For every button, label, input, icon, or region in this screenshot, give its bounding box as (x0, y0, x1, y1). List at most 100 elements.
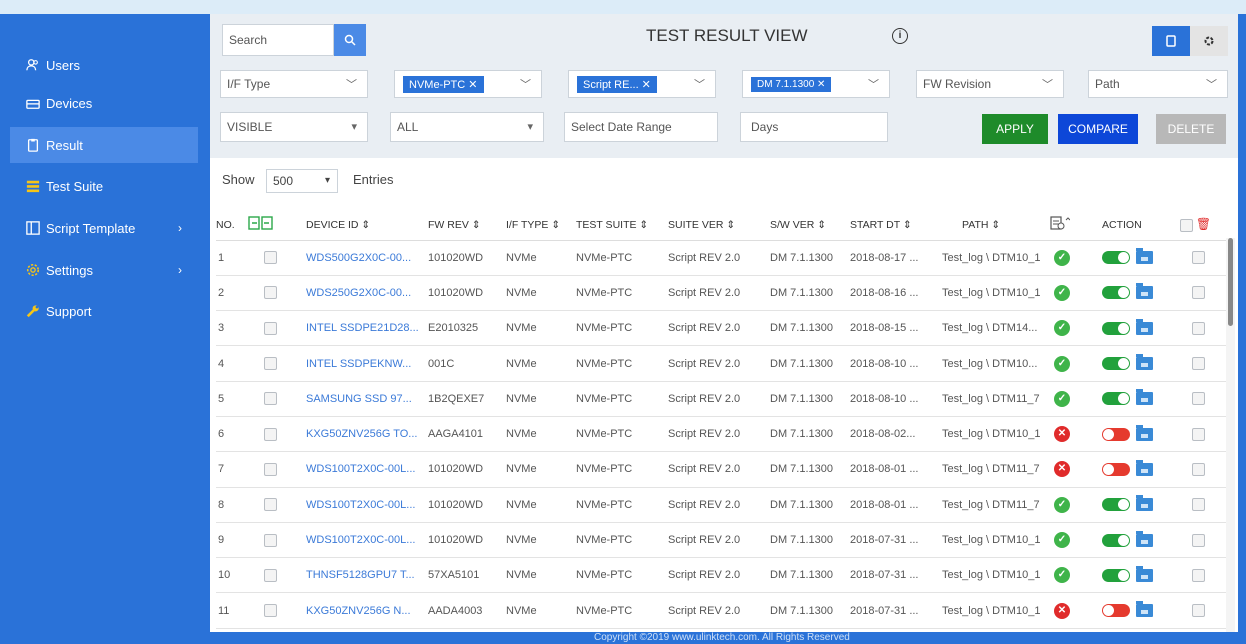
col-fw-rev[interactable]: FW REV ⇕ (428, 210, 506, 241)
folder-icon[interactable] (1136, 601, 1153, 618)
col-delete[interactable]: 🗑 (1180, 210, 1232, 241)
table-row[interactable]: 11 KXG50ZNV256G N... AADA4003 NVMe NVMe-PTC S… (216, 592, 1232, 629)
table-row[interactable]: 1 WDS500G2X0C-00... 101020WD NVMe NVMe-PTC Sc… (216, 240, 1232, 276)
row-delete-checkbox[interactable] (1192, 321, 1205, 335)
device-id-link[interactable]: WDS100T2X0C-00L... (306, 451, 428, 488)
col-device-id[interactable]: DEVICE ID ⇕ (306, 210, 428, 241)
row-select-checkbox[interactable] (264, 286, 277, 300)
apply-button[interactable]: APPLY (982, 114, 1048, 144)
sidebar-item-result[interactable]: Result (10, 127, 198, 163)
date-range-input[interactable]: Select Date Range (564, 112, 718, 142)
col-select[interactable] (248, 210, 306, 241)
sidebar-item-devices[interactable]: Devices (10, 85, 198, 121)
device-id-link[interactable]: WDS500G2X0C-00... (306, 240, 428, 276)
visibility-toggle[interactable] (1102, 604, 1130, 618)
folder-icon[interactable] (1136, 283, 1153, 300)
visibility-toggle[interactable] (1102, 498, 1130, 512)
visibility-toggle[interactable] (1102, 462, 1130, 476)
days-input[interactable]: Days (740, 112, 888, 142)
select-all-checkbox[interactable] (1180, 219, 1193, 233)
test-suite-select[interactable]: NVMe-PTC ✕ ﹀ (394, 70, 542, 98)
device-id-link[interactable]: KXG50ZNV256G TO... (306, 416, 428, 453)
refresh-button[interactable] (1190, 26, 1228, 56)
sw-ver-select[interactable]: DM 7.1.1300 ✕ ﹀ (742, 70, 890, 98)
folder-icon[interactable] (1136, 495, 1153, 512)
table-row[interactable]: 2 WDS250G2X0C-00... 101020WD NVMe NVMe-PTC Sc… (216, 275, 1232, 312)
row-delete-checkbox[interactable] (1192, 498, 1205, 512)
sidebar-item-settings[interactable]: Settings › (10, 252, 198, 288)
row-select-checkbox[interactable] (264, 533, 277, 547)
table-row[interactable]: 4 INTEL SSDPEKNW... 001C NVMe NVMe-PTC Script… (216, 345, 1232, 382)
row-select-checkbox[interactable] (264, 357, 277, 371)
row-delete-checkbox[interactable] (1192, 533, 1205, 547)
folder-icon[interactable] (1136, 424, 1153, 441)
info-icon[interactable]: i (892, 28, 908, 44)
col-path[interactable]: PATH ⇕ (932, 210, 1050, 241)
row-select-checkbox[interactable] (264, 462, 277, 476)
row-select-checkbox[interactable] (264, 568, 277, 582)
col-sw-ver[interactable]: S/W VER ⇕ (770, 210, 850, 241)
table-row[interactable]: 9 WDS100T2X0C-00L... 101020WD NVMe NVMe-PTC S… (216, 522, 1232, 559)
device-id-link[interactable]: WDS100T2X0C-00L... (306, 522, 428, 559)
table-row[interactable]: 3 INTEL SSDPE21D28... E2010325 NVMe NVMe-PTC… (216, 310, 1232, 347)
trash-icon[interactable]: 🗑 (1196, 217, 1211, 231)
view-card-button[interactable] (1152, 26, 1190, 56)
visibility-toggle[interactable] (1102, 427, 1130, 441)
search-input[interactable]: Search (222, 24, 334, 56)
scrollbar-thumb[interactable] (1228, 238, 1233, 326)
row-delete-checkbox[interactable] (1192, 357, 1205, 371)
sidebar-item-script-template[interactable]: Script Template › (10, 210, 198, 246)
visibility-toggle[interactable] (1102, 251, 1130, 265)
row-delete-checkbox[interactable] (1192, 427, 1205, 441)
suite-ver-select[interactable]: Script RE... ✕ ﹀ (568, 70, 716, 98)
folder-icon[interactable] (1136, 248, 1153, 265)
row-delete-checkbox[interactable] (1192, 286, 1205, 300)
folder-icon[interactable] (1136, 389, 1153, 406)
col-test-suite[interactable]: TEST SUITE ⇕ (576, 210, 668, 241)
row-select-checkbox[interactable] (264, 321, 277, 335)
visibility-toggle[interactable] (1102, 533, 1130, 547)
fw-revision-select[interactable]: FW Revision ﹀ (916, 70, 1064, 98)
device-id-link[interactable]: WDS250G2X0C-00... (306, 275, 428, 312)
col-no[interactable]: NO. (216, 210, 248, 241)
sidebar-item-test-suite[interactable]: Test Suite (10, 168, 198, 204)
visibility-toggle[interactable] (1102, 321, 1130, 335)
device-id-link[interactable]: THNSF5128GPU7 T... (306, 557, 428, 594)
sidebar-item-support[interactable]: Support (10, 293, 198, 329)
row-delete-checkbox[interactable] (1192, 392, 1205, 406)
compare-button[interactable]: COMPARE (1058, 114, 1138, 144)
visibility-toggle[interactable] (1102, 392, 1130, 406)
folder-icon[interactable] (1136, 565, 1153, 582)
device-id-link[interactable]: WDS100T2X0C-00L... (306, 487, 428, 523)
col-status[interactable] (1050, 210, 1094, 241)
folder-icon[interactable] (1136, 530, 1153, 547)
row-select-checkbox[interactable] (264, 392, 277, 406)
device-id-link[interactable]: SAMSUNG SSD 97... (306, 381, 428, 417)
visible-select[interactable]: VISIBLE ▾ (220, 112, 368, 142)
if-type-select[interactable]: I/F Type ﹀ (220, 70, 368, 98)
filter-tag[interactable]: NVMe-PTC ✕ (403, 75, 484, 93)
visibility-toggle[interactable] (1102, 568, 1130, 582)
folder-icon[interactable] (1136, 318, 1153, 335)
row-delete-checkbox[interactable] (1192, 604, 1205, 618)
row-delete-checkbox[interactable] (1192, 462, 1205, 476)
row-delete-checkbox[interactable] (1192, 251, 1205, 265)
row-select-checkbox[interactable] (264, 604, 277, 618)
sidebar-item-users[interactable]: Users (10, 47, 198, 83)
row-select-checkbox[interactable] (264, 251, 277, 265)
visibility-toggle[interactable] (1102, 286, 1130, 300)
table-row[interactable]: 6 KXG50ZNV256G TO... AAGA4101 NVMe NVMe-PTC S… (216, 416, 1232, 453)
row-select-checkbox[interactable] (264, 498, 277, 512)
entries-select[interactable]: 500 ▾ (266, 169, 338, 193)
device-id-link[interactable]: INTEL SSDPE21D28... (306, 310, 428, 347)
col-if-type[interactable]: I/F TYPE ⇕ (506, 210, 576, 241)
col-start-dt[interactable]: START DT ⇕ (850, 210, 932, 241)
delete-button[interactable]: DELETE (1156, 114, 1226, 144)
folder-icon[interactable] (1136, 459, 1153, 476)
table-row[interactable]: 5 SAMSUNG SSD 97... 1B2QEXE7 NVMe NVMe-PTC Sc… (216, 381, 1232, 417)
table-row[interactable]: 7 WDS100T2X0C-00L... 101020WD NVMe NVMe-PTC S… (216, 451, 1232, 488)
search-button[interactable] (334, 24, 366, 56)
path-select[interactable]: Path ﹀ (1088, 70, 1228, 98)
table-row[interactable]: 10 THNSF5128GPU7 T... 57XA5101 NVMe NVMe-PTC… (216, 557, 1232, 594)
col-suite-ver[interactable]: SUITE VER ⇕ (668, 210, 770, 241)
